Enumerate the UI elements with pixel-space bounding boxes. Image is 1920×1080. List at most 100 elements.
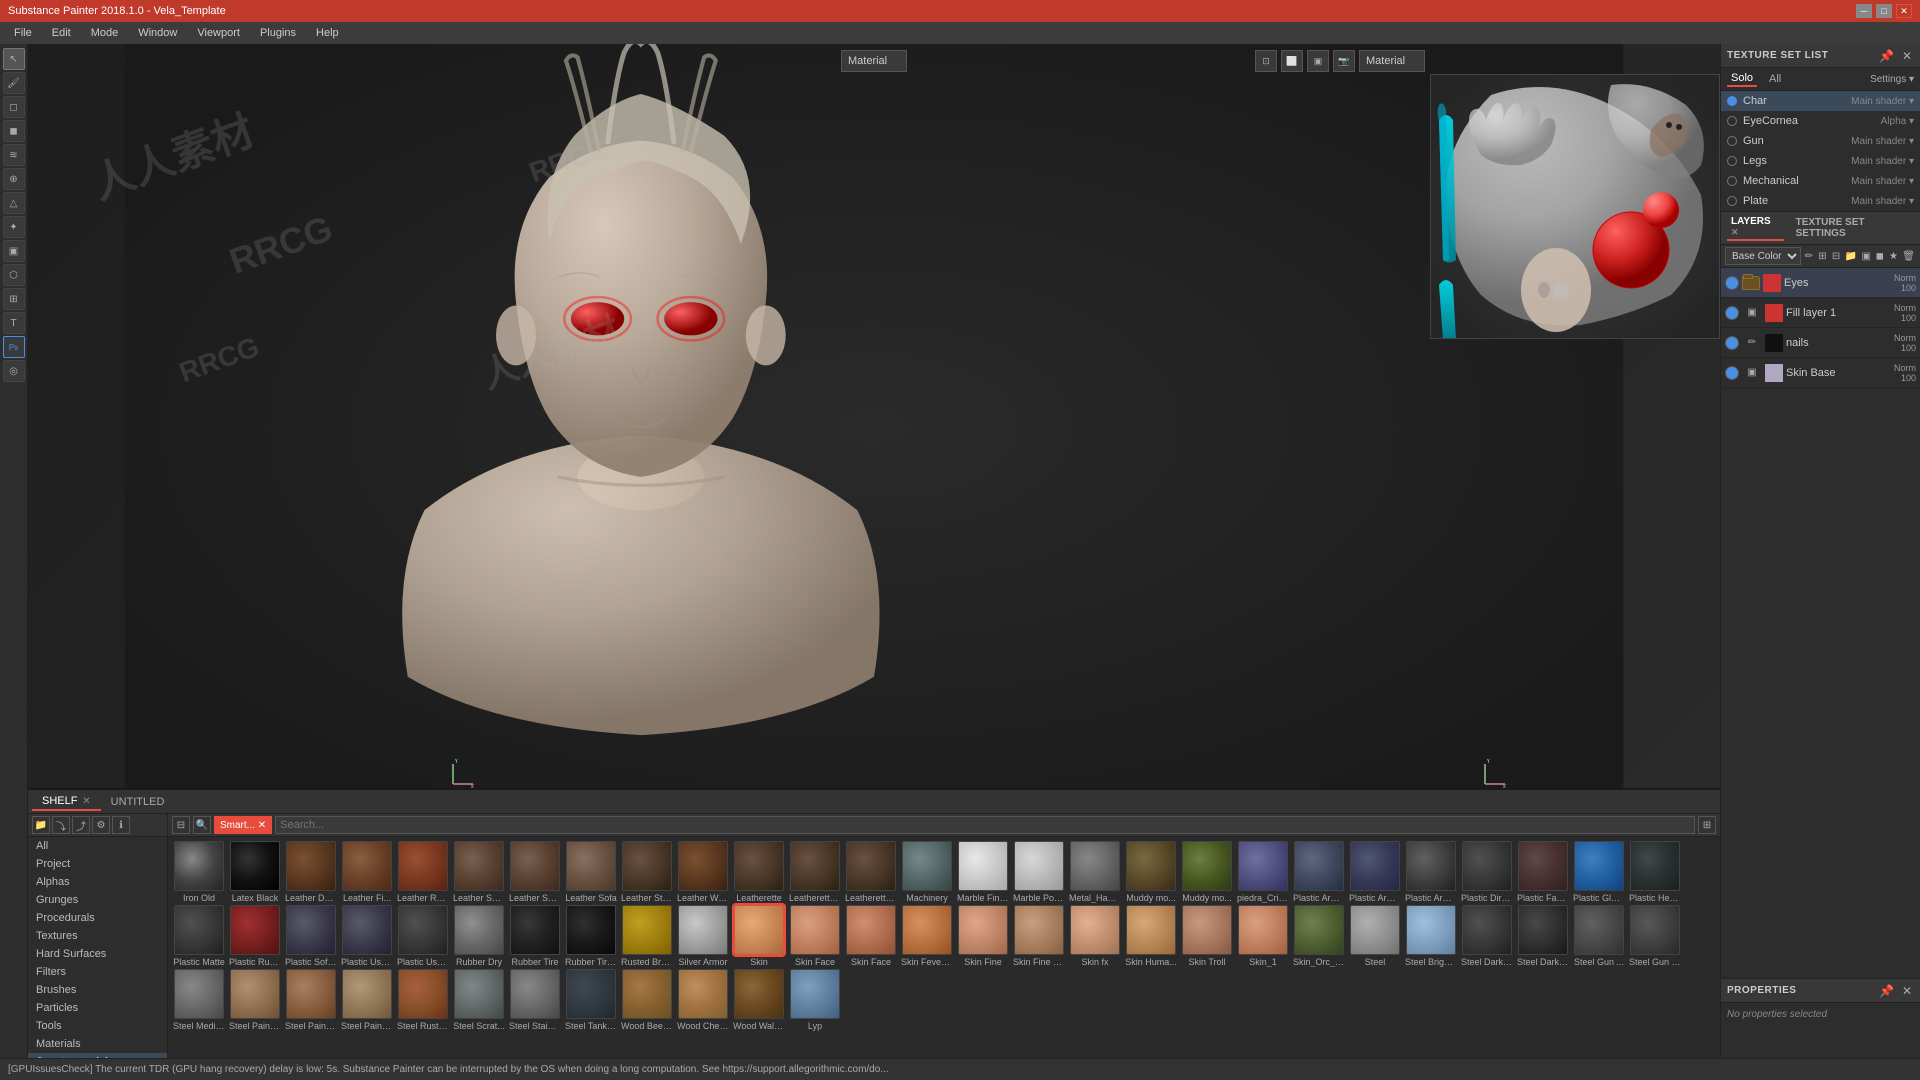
shelf-info-btn[interactable]: ℹ: [112, 816, 130, 834]
material-item-16[interactable]: Metal_Ham...: [1068, 841, 1122, 903]
shelf-tab-untitled[interactable]: UNTITLED: [101, 794, 175, 810]
toolbar-polygon-fill[interactable]: △: [3, 192, 25, 214]
shelf-search-input[interactable]: [275, 816, 1695, 834]
layer-color-swatch[interactable]: [1765, 334, 1783, 352]
material-item-51[interactable]: Steel Dark S...: [1516, 905, 1570, 967]
shelf-import-btn[interactable]: ⤵: [52, 816, 70, 834]
menu-window[interactable]: Window: [128, 25, 187, 41]
material-item-39[interactable]: Skin Face: [844, 905, 898, 967]
material-item-42[interactable]: Skin Fine v2...: [1012, 905, 1066, 967]
layers-tab-close[interactable]: ✕: [1731, 227, 1739, 237]
ts-radio-2[interactable]: [1727, 136, 1737, 146]
material-item-64[interactable]: Wood Waln...: [732, 969, 786, 1031]
material-item-30[interactable]: Plastic Used...: [340, 905, 394, 967]
material-item-44[interactable]: Skin Huma...: [1124, 905, 1178, 967]
material-item-65[interactable]: Lyp: [788, 969, 842, 1031]
shelf-cat-particles[interactable]: Particles: [28, 999, 167, 1017]
material-item-19[interactable]: piedra_Crista...: [1236, 841, 1290, 903]
material-item-29[interactable]: Plastic Soft...: [284, 905, 338, 967]
material-item-20[interactable]: Plastic Arm...: [1292, 841, 1346, 903]
material-item-55[interactable]: Steel Painte...: [228, 969, 282, 1031]
properties-pin[interactable]: 📌: [1877, 984, 1896, 998]
layer-visibility-toggle[interactable]: [1725, 276, 1739, 290]
layer-mask-btn[interactable]: ◼: [1874, 248, 1886, 264]
ts-radio-0[interactable]: [1727, 96, 1737, 106]
toolbar-ps[interactable]: Ps: [3, 336, 25, 358]
layer-paste-btn[interactable]: ⊟: [1830, 248, 1842, 264]
shelf-cat-procedurals[interactable]: Procedurals: [28, 909, 167, 927]
layer-effects-btn[interactable]: ★: [1888, 248, 1900, 264]
shelf-cat-brushes[interactable]: Brushes: [28, 981, 167, 999]
material-item-7[interactable]: Leather Sofa: [564, 841, 618, 903]
material-item-33[interactable]: Rubber Tire: [508, 905, 562, 967]
shelf-cat-grunges[interactable]: Grunges: [28, 891, 167, 909]
menu-plugins[interactable]: Plugins: [250, 25, 306, 41]
material-item-6[interactable]: Leather Sea...: [508, 841, 562, 903]
material-item-22[interactable]: Plastic Arm...: [1404, 841, 1458, 903]
material-item-21[interactable]: Plastic Arm...: [1348, 841, 1402, 903]
layer-copy-btn[interactable]: ⊞: [1817, 248, 1829, 264]
material-item-5[interactable]: Leather Sea...: [452, 841, 506, 903]
shelf-active-filter[interactable]: Smart... ✕: [214, 816, 272, 834]
vp-icon-3[interactable]: ▣: [1307, 50, 1329, 72]
layer-color-swatch[interactable]: [1763, 274, 1781, 292]
shelf-cat-hard-surfaces[interactable]: Hard Surfaces: [28, 945, 167, 963]
material-item-13[interactable]: Machinery: [900, 841, 954, 903]
material-item-61[interactable]: Steel Tank P...: [564, 969, 618, 1031]
layer-visibility-toggle[interactable]: [1725, 336, 1739, 350]
material-item-60[interactable]: Steel Stained: [508, 969, 562, 1031]
texture-set-item-gun[interactable]: Gun Main shader ▾: [1721, 131, 1920, 151]
material-item-54[interactable]: Steel Medie...: [172, 969, 226, 1031]
layer-item-skin-base[interactable]: ▣ Skin Base Norm 100: [1721, 358, 1920, 388]
toolbar-brush[interactable]: 🖌: [3, 72, 25, 94]
layer-visibility-toggle[interactable]: [1725, 306, 1739, 320]
texture-set-item-legs[interactable]: Legs Main shader ▾: [1721, 151, 1920, 171]
material-item-56[interactable]: Steel Painte...: [284, 969, 338, 1031]
texture-set-item-plate[interactable]: Plate Main shader ▾: [1721, 191, 1920, 211]
vp-icon-1[interactable]: ⊡: [1255, 50, 1277, 72]
ts-radio-5[interactable]: [1727, 196, 1737, 206]
shelf-cat-materials[interactable]: Materials: [28, 1035, 167, 1053]
material-item-1[interactable]: Latex Black: [228, 841, 282, 903]
material-item-26[interactable]: Plastic Hexa...: [1628, 841, 1682, 903]
texture-set-item-eyecornea[interactable]: EyeCornea Alpha ▾: [1721, 111, 1920, 131]
shelf-tab-shelf[interactable]: SHELF ✕: [32, 793, 101, 811]
material-item-41[interactable]: Skin Fine: [956, 905, 1010, 967]
material-item-58[interactable]: Steel Rust S...: [396, 969, 450, 1031]
material-item-27[interactable]: Plastic Matte: [172, 905, 226, 967]
shelf-cat-tools[interactable]: Tools: [28, 1017, 167, 1035]
toolbar-picker[interactable]: ✦: [3, 216, 25, 238]
shelf-tab-close[interactable]: ✕: [79, 796, 90, 807]
vp-icon-2[interactable]: ⬜: [1281, 50, 1303, 72]
layer-add-paint-btn[interactable]: ✏: [1803, 248, 1815, 264]
material-item-28[interactable]: Plastic Rub...: [228, 905, 282, 967]
material-item-24[interactable]: Plastic Fake...: [1516, 841, 1570, 903]
toolbar-paint-bucket[interactable]: ▣: [3, 240, 25, 262]
material-selector-right[interactable]: Material: [1359, 50, 1425, 72]
shelf-folder-btn[interactable]: 📁: [32, 816, 50, 834]
material-item-52[interactable]: Steel Gun ...: [1572, 905, 1626, 967]
material-item-63[interactable]: Wood Ches...: [676, 969, 730, 1031]
ts-radio-3[interactable]: [1727, 156, 1737, 166]
layer-delete-btn[interactable]: 🗑: [1901, 248, 1916, 264]
ts-radio-4[interactable]: [1727, 176, 1737, 186]
texture-set-settings-tab[interactable]: TEXTURE SET SETTINGS: [1792, 216, 1914, 240]
menu-mode[interactable]: Mode: [81, 25, 129, 41]
toolbar-cursor[interactable]: ↖: [3, 48, 25, 70]
material-item-57[interactable]: Steel Painte...: [340, 969, 394, 1031]
material-item-50[interactable]: Steel Dark A...: [1460, 905, 1514, 967]
shelf-search-icon[interactable]: 🔍: [193, 816, 211, 834]
material-selector-left[interactable]: Material: [841, 50, 907, 72]
layer-color-swatch[interactable]: [1765, 364, 1783, 382]
material-item-62[interactable]: Wood Beec...: [620, 969, 674, 1031]
layer-item-eyes[interactable]: Eyes Norm 100: [1721, 268, 1920, 298]
shelf-cat-filters[interactable]: Filters: [28, 963, 167, 981]
material-item-10[interactable]: Leatherette: [732, 841, 786, 903]
layer-add-fill-btn[interactable]: ▣: [1860, 248, 1872, 264]
material-item-49[interactable]: Steel Bright...: [1404, 905, 1458, 967]
toolbar-smudge[interactable]: ≋: [3, 144, 25, 166]
material-item-23[interactable]: Plastic Dirty...: [1460, 841, 1514, 903]
material-item-53[interactable]: Steel Gun P...: [1628, 905, 1682, 967]
ts-settings[interactable]: Settings ▾: [1870, 74, 1914, 85]
shelf-cat-textures[interactable]: Textures: [28, 927, 167, 945]
